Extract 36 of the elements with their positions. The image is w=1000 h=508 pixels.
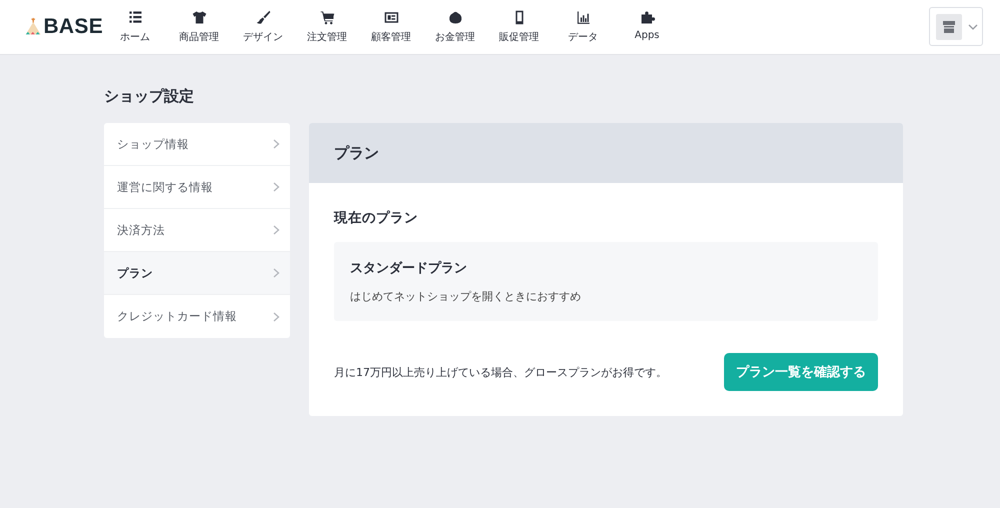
chevron-right-icon <box>273 312 280 322</box>
id-card-icon <box>384 10 398 25</box>
nav-item[interactable]: 商品管理 <box>167 10 231 44</box>
bar-chart-icon <box>576 10 590 25</box>
puzzle-icon <box>640 10 654 25</box>
plan-name: スタンダードプラン <box>350 260 468 277</box>
nav-item[interactable]: 顧客管理 <box>359 10 423 44</box>
section-title: 現在のプラン <box>334 209 419 227</box>
sidebar-item[interactable]: クレジットカード情報 <box>104 295 290 338</box>
purse-icon <box>448 10 462 25</box>
nav-item[interactable]: デザイン <box>231 10 295 44</box>
sidebar-item[interactable]: ショップ情報 <box>104 123 290 166</box>
shop-menu-button[interactable] <box>929 7 983 46</box>
upgrade-note: 月に17万円以上売り上げている場合、グロースプランがお得です。 <box>334 364 667 380</box>
shirt-icon <box>192 10 206 25</box>
plan-description: はじめてネットショップを開くときにおすすめ <box>350 289 582 304</box>
chevron-right-icon <box>273 139 280 149</box>
page-title: ショップ設定 <box>104 87 195 106</box>
chevron-right-icon <box>273 268 280 278</box>
cart-icon <box>320 10 334 25</box>
logo-text[interactable]: BASE <box>43 15 103 39</box>
caret-icon <box>968 24 978 30</box>
nav-item[interactable]: 注文管理 <box>295 10 359 44</box>
list-icon <box>128 10 142 25</box>
nav-item[interactable]: Apps <box>615 10 679 44</box>
nav-item[interactable]: ホーム <box>103 10 167 44</box>
store-icon <box>936 14 962 40</box>
brush-icon <box>256 10 270 25</box>
chevron-right-icon <box>273 182 280 192</box>
nav-item[interactable]: データ <box>551 10 615 44</box>
panel-title: プラン <box>334 144 379 162</box>
chevron-right-icon <box>273 225 280 235</box>
sidebar-item[interactable]: プラン <box>104 252 290 295</box>
sidebar-item[interactable]: 運営に関する情報 <box>104 166 290 209</box>
nav-item[interactable]: お金管理 <box>423 10 487 44</box>
nav-item[interactable]: 販促管理 <box>487 10 551 44</box>
